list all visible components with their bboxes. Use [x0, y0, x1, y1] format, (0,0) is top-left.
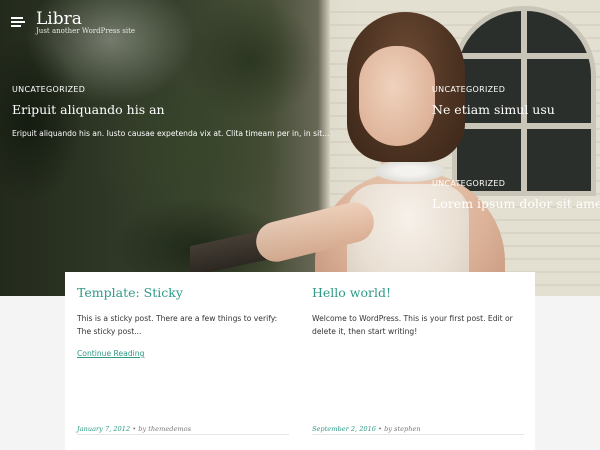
site-description: Just another WordPress site [36, 27, 136, 35]
menu-icon[interactable] [11, 16, 25, 28]
post-meta: September 2, 2016 • by stephen [312, 425, 421, 433]
featured-1-title[interactable]: Eripuit aliquando his an [12, 102, 165, 117]
featured-1-category[interactable]: UNCATEGORIZED [12, 85, 85, 94]
site-title[interactable]: Libra [36, 9, 82, 29]
post-card-hello-world: Hello world! Welcome to WordPress. This … [312, 272, 524, 450]
hero-image [0, 0, 600, 296]
post-date[interactable]: January 7, 2012 [77, 425, 130, 433]
post-author[interactable]: by stephen [384, 425, 421, 433]
featured-2-category[interactable]: UNCATEGORIZED [432, 85, 505, 94]
post-divider [77, 434, 289, 435]
featured-3-title[interactable]: Lorem ipsum dolor sit amet [432, 196, 600, 211]
post-excerpt: Welcome to WordPress. This is your first… [312, 314, 513, 336]
featured-3-category[interactable]: UNCATEGORIZED [432, 179, 505, 188]
post-excerpt: This is a sticky post. There are a few t… [77, 314, 278, 336]
continue-reading-link[interactable]: Continue Reading [77, 349, 144, 358]
post-author[interactable]: by themedemos [138, 425, 191, 433]
post-card-sticky: Template: Sticky This is a sticky post. … [77, 272, 289, 450]
post-meta: January 7, 2012 • by themedemos [77, 425, 191, 433]
featured-1-excerpt: Eripuit aliquando his an. Iusto causae e… [12, 129, 330, 138]
meta-separator: • [375, 425, 385, 433]
post-title[interactable]: Hello world! [312, 285, 391, 300]
post-divider [312, 434, 524, 435]
featured-2-title[interactable]: Ne etiam simul usu [432, 102, 555, 117]
posts-card: Template: Sticky This is a sticky post. … [65, 272, 535, 450]
post-date[interactable]: September 2, 2016 [312, 425, 376, 433]
post-title[interactable]: Template: Sticky [77, 285, 183, 300]
